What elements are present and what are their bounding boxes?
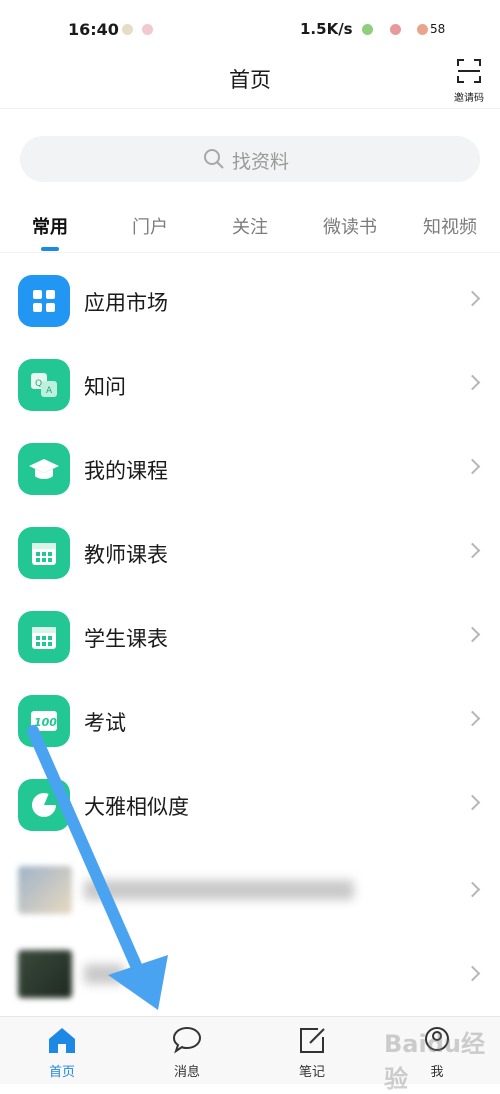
invite-code-button[interactable]: 邀请码 (450, 58, 488, 104)
home-icon (49, 1028, 75, 1053)
list-item-label: 考试 (84, 711, 126, 735)
notification-icon (122, 24, 133, 35)
battery-level: 58 (430, 22, 446, 36)
search-icon (204, 149, 224, 169)
nav-messages-label: 消息 (173, 1065, 200, 1080)
list-item-label: 大雅相似度 (84, 795, 189, 819)
chevron-right-icon (464, 710, 481, 727)
list-item-label: 我的课程 (84, 459, 168, 483)
chevron-right-icon (464, 794, 481, 811)
list-item-label: 知问 (84, 375, 126, 399)
top-header: 首页 邀请码 (0, 58, 500, 109)
network-speed: 1.5K/s (300, 20, 353, 38)
chevron-right-icon (464, 374, 481, 391)
similarity-pie-icon (18, 779, 70, 831)
qa-icon: Q A (18, 359, 70, 411)
blurred-thumbnail (18, 866, 72, 914)
chevron-right-icon (464, 458, 481, 475)
nav-home[interactable]: 首页 (22, 1025, 102, 1080)
status-time: 16:40 (68, 20, 119, 39)
chevron-right-icon (464, 626, 481, 643)
chevron-right-icon (464, 542, 481, 559)
nav-notes[interactable]: 笔记 (272, 1025, 352, 1080)
nav-home-label: 首页 (48, 1065, 75, 1080)
calendar-icon (18, 611, 70, 663)
list-item-label: 应用市场 (84, 291, 168, 315)
list-item-blurred[interactable] (0, 866, 500, 950)
graduation-cap-icon (18, 443, 70, 495)
chevron-right-icon (464, 881, 481, 898)
chevron-right-icon (464, 965, 481, 982)
svg-text:100: 100 (34, 716, 57, 729)
tab-portal[interactable]: 门户 (105, 213, 195, 239)
scan-icon (457, 59, 481, 83)
list-item-student-schedule[interactable]: 学生课表 (0, 611, 500, 695)
list-item-my-courses[interactable]: 我的课程 (0, 443, 500, 527)
status-icon (362, 24, 373, 35)
blurred-text (84, 964, 124, 984)
list-item-exam[interactable]: 100 考试 (0, 695, 500, 779)
active-tab-indicator (41, 247, 59, 251)
search-placeholder: 找资料 (232, 151, 290, 173)
blurred-thumbnail (18, 950, 72, 998)
app-grid-icon (18, 275, 70, 327)
list-item-daya-similarity[interactable]: 大雅相似度 (0, 779, 500, 863)
status-icon (390, 24, 401, 35)
tab-follow[interactable]: 关注 (205, 213, 295, 239)
nav-messages[interactable]: 消息 (147, 1025, 227, 1080)
svg-text:Q: Q (35, 379, 42, 389)
list-item-label: 学生课表 (84, 627, 168, 651)
blurred-text (84, 880, 354, 900)
chat-bubble-icon (172, 1026, 202, 1054)
chevron-right-icon (464, 290, 481, 307)
list-item-app-market[interactable]: 应用市场 (0, 275, 500, 359)
notification-icon (142, 24, 153, 35)
list-item-label: 教师课表 (84, 543, 168, 567)
nav-notes-label: 笔记 (298, 1065, 325, 1080)
tab-zhivideo[interactable]: 知视频 (405, 213, 495, 239)
exam-100-icon: 100 (18, 695, 70, 747)
invite-code-label: 邀请码 (454, 93, 484, 104)
status-bar: 16:40 1.5K/s 58 (0, 0, 500, 58)
list-item-teacher-schedule[interactable]: 教师课表 (0, 527, 500, 611)
search-bar[interactable]: 找资料 (20, 136, 480, 182)
tab-microread[interactable]: 微读书 (305, 213, 395, 239)
status-icon (417, 24, 428, 35)
tab-common[interactable]: 常用 (5, 213, 95, 239)
category-tabs: 常用 门户 关注 微读书 知视频 (0, 200, 500, 253)
calendar-icon (18, 527, 70, 579)
page-title: 首页 (229, 68, 271, 92)
list-item-zhiwen[interactable]: Q A 知问 (0, 359, 500, 443)
edit-note-icon (300, 1028, 325, 1053)
svg-text:A: A (46, 386, 53, 396)
watermark-logo: Baidu经验 (384, 1030, 485, 1093)
